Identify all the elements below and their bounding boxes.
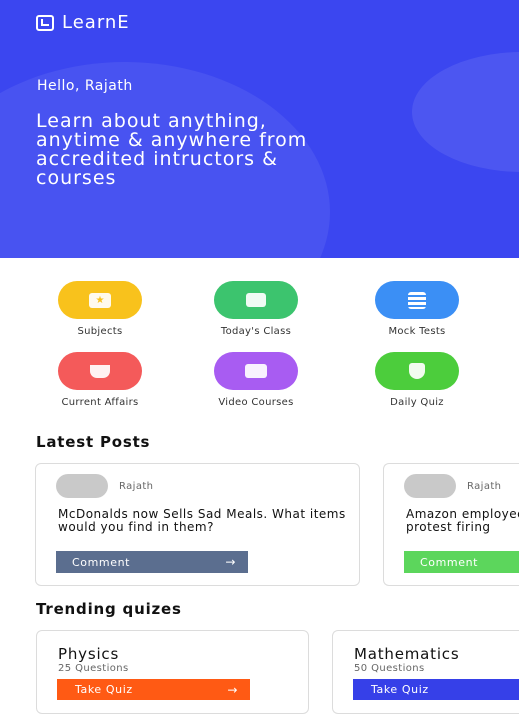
category-label: Video Courses bbox=[218, 397, 294, 408]
post-author: Rajath bbox=[119, 481, 154, 492]
category-label: Current Affairs bbox=[61, 397, 139, 408]
quiz-name: Mathematics bbox=[354, 645, 460, 663]
trophy-icon bbox=[375, 352, 459, 390]
app-name: LearnE bbox=[62, 12, 130, 33]
quiz-card[interactable]: Physics 25 Questions Take Quiz → bbox=[36, 630, 309, 714]
arrow-right-icon: → bbox=[227, 682, 238, 697]
hero-decoration-circle-right bbox=[412, 52, 519, 172]
comment-button-label: Comment bbox=[72, 555, 131, 569]
category-current-affairs[interactable]: Current Affairs bbox=[30, 352, 170, 408]
category-label: Subjects bbox=[77, 326, 123, 337]
category-label: Mock Tests bbox=[388, 326, 446, 337]
clipboard-icon bbox=[375, 281, 459, 319]
arrow-right-icon: → bbox=[225, 555, 236, 569]
greeting: Hello, Rajath bbox=[37, 78, 133, 94]
latest-posts-heading: Latest Posts bbox=[36, 433, 151, 451]
quiz-name: Physics bbox=[58, 645, 120, 663]
category-todays-class[interactable]: Today's Class bbox=[186, 281, 326, 337]
avatar bbox=[404, 474, 456, 498]
hero-tagline: Learn about anything, anytime & anywhere… bbox=[36, 110, 308, 189]
trending-quizes-heading: Trending quizes bbox=[36, 600, 182, 618]
quiz-question-count: 50 Questions bbox=[354, 663, 425, 674]
comment-button-label: Comment bbox=[420, 555, 479, 569]
logo-icon bbox=[36, 14, 54, 31]
category-mock-tests[interactable]: Mock Tests bbox=[347, 281, 487, 337]
category-label: Today's Class bbox=[220, 326, 292, 337]
avatar bbox=[56, 474, 108, 498]
category-subjects[interactable]: ★ Subjects bbox=[30, 281, 170, 337]
take-quiz-button[interactable]: Take Quiz → bbox=[57, 679, 250, 700]
post-card[interactable]: Rajath Amazon employees plan ‘online wal… bbox=[383, 463, 519, 586]
comment-button[interactable]: Comment → bbox=[56, 551, 248, 573]
take-quiz-button[interactable]: Take Quiz → bbox=[353, 679, 519, 700]
take-quiz-label: Take Quiz bbox=[371, 683, 429, 696]
video-camera-icon bbox=[214, 352, 298, 390]
presentation-board-icon bbox=[214, 281, 298, 319]
post-text: McDonalds now Sells Sad Meals. What item… bbox=[58, 507, 346, 534]
category-daily-quiz[interactable]: Daily Quiz bbox=[347, 352, 487, 408]
quiz-card[interactable]: Mathematics 50 Questions Take Quiz → bbox=[332, 630, 519, 714]
category-video-courses[interactable]: Video Courses bbox=[186, 352, 326, 408]
category-label: Daily Quiz bbox=[390, 397, 444, 408]
hero-banner: LearnE Hello, Rajath Learn about anythin… bbox=[0, 0, 519, 258]
app-logo: LearnE bbox=[36, 12, 130, 33]
star-card-icon: ★ bbox=[58, 281, 142, 319]
take-quiz-label: Take Quiz bbox=[75, 683, 133, 696]
post-card[interactable]: Rajath McDonalds now Sells Sad Meals. Wh… bbox=[35, 463, 360, 586]
coffee-cup-icon bbox=[58, 352, 142, 390]
post-author: Rajath bbox=[467, 481, 502, 492]
post-text: Amazon employees plan ‘online walkout’ t… bbox=[406, 507, 519, 534]
quiz-question-count: 25 Questions bbox=[58, 663, 129, 674]
comment-button[interactable]: Comment → bbox=[404, 551, 519, 573]
